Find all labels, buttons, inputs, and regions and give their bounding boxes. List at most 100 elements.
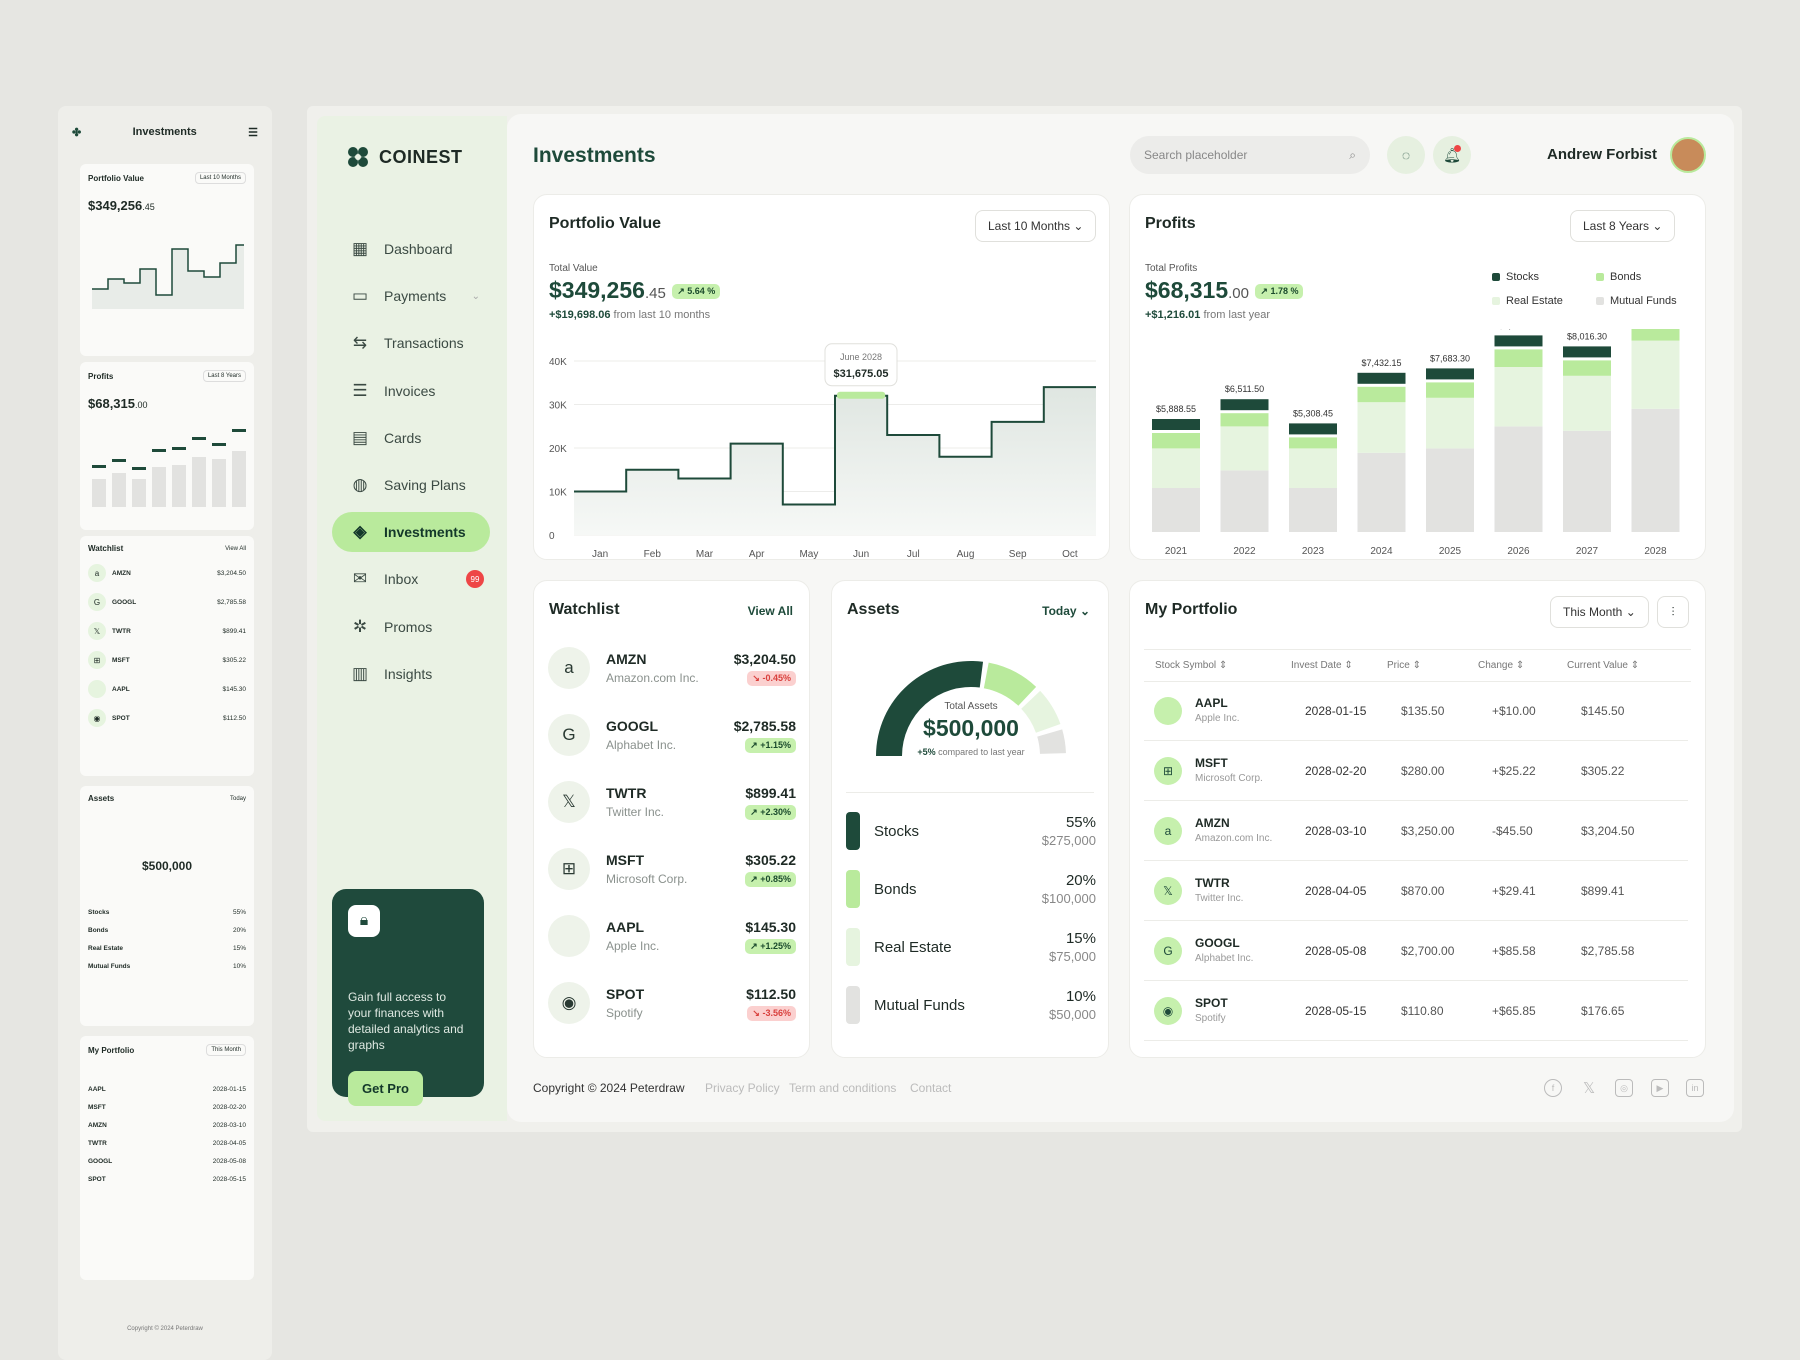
- table-row[interactable]: G GOOGL Alphabet Inc. 2028-05-08 $2,700.0…: [1144, 921, 1688, 981]
- avatar[interactable]: [1670, 137, 1706, 173]
- x-icon[interactable]: 𝕏: [1580, 1079, 1598, 1097]
- table-row[interactable]: AAPL Apple Inc. 2028-01-15 $135.50 +$10.0…: [1144, 681, 1688, 741]
- table-row[interactable]: ⊞ MSFT Microsoft Corp. 2028-02-20 $280.00…: [1144, 741, 1688, 801]
- watchlist-symbol: MSFT: [606, 852, 645, 868]
- asset-color-bar: [846, 812, 860, 850]
- y-tick-label: 30K: [549, 401, 567, 412]
- table-row[interactable]: ◉ SPOT Spotify 2028-05-15 $110.80 +$65.85…: [1144, 981, 1688, 1041]
- logo-icon: ✤: [72, 126, 82, 139]
- watchlist-price: $2,785.58: [733, 717, 796, 734]
- mobile-assets-range[interactable]: Today: [230, 796, 246, 802]
- portfolio-title: Portfolio Value: [549, 215, 662, 232]
- sidebar-item-investments[interactable]: ◈ Investments: [332, 512, 490, 553]
- mobile-myport-date: 2028-04-05: [212, 1140, 246, 1147]
- diamond-icon: ◈: [353, 522, 367, 542]
- menu-icon[interactable]: ☰: [248, 126, 258, 139]
- brand-logo[interactable]: COINEST: [347, 146, 463, 168]
- sidebar-item-promos[interactable]: ✲ Promos: [332, 607, 490, 647]
- watchlist-item[interactable]: a AMZN Amazon.com Inc. $3,204.50 ↘ -0.45%: [548, 639, 796, 697]
- amzn-icon: a: [548, 647, 590, 689]
- mobile-myport-sym: GOOGL: [88, 1158, 113, 1165]
- wallet-icon: ▭: [351, 286, 369, 306]
- sidebar-item-saving-plans[interactable]: ◍ Saving Plans: [332, 465, 490, 505]
- sidebar-item-cards[interactable]: ▤ Cards: [332, 418, 490, 458]
- sidebar-item-label: Dashboard: [384, 241, 453, 257]
- watchlist-card: Watchlist View All a AMZN Amazon.com Inc.…: [533, 580, 810, 1058]
- view-all-link[interactable]: View All: [748, 604, 793, 618]
- linkedin-icon[interactable]: in: [1686, 1079, 1704, 1097]
- row-change: +$29.41: [1492, 884, 1536, 898]
- sidebar-item-insights[interactable]: ▥ Insights: [332, 654, 490, 694]
- search-input[interactable]: Search placeholder ⌕: [1130, 136, 1370, 174]
- mobile-myport-range[interactable]: This Month: [206, 1044, 246, 1056]
- sidebar-item-inbox[interactable]: ✉ Inbox 99: [332, 559, 490, 599]
- watchlist-item[interactable]: G GOOGL Alphabet Inc. $2,785.58 ↗ +1.15%: [548, 706, 796, 764]
- facebook-icon[interactable]: f: [1544, 1079, 1562, 1097]
- bar-segment-mutual-funds: [1631, 408, 1680, 532]
- watchlist-change-badge: ↘ -0.45%: [747, 670, 796, 686]
- my-portfolio-range-select[interactable]: This Month ⌄: [1550, 596, 1649, 628]
- row-company: Apple Inc.: [1195, 713, 1240, 724]
- assets-title: Assets: [847, 601, 900, 618]
- watchlist-title: Watchlist: [549, 601, 620, 618]
- chat-icon[interactable]: ◌: [1387, 136, 1425, 174]
- column-header[interactable]: Invest Date ⇕: [1291, 660, 1353, 671]
- bar-segment-mutual-funds: [1152, 488, 1200, 532]
- bar-value-label: $8,016.30: [1567, 331, 1607, 341]
- sidebar-item-label: Invoices: [384, 382, 436, 399]
- mobile-profits-range[interactable]: Last 8 Years: [202, 370, 246, 382]
- mobile-title: Investments: [132, 126, 197, 138]
- mobile-myport-sym: AMZN: [88, 1122, 107, 1129]
- profits-range-select[interactable]: Last 8 Years ⌄: [1570, 210, 1676, 242]
- row-current-value: $3,204.50: [1581, 824, 1635, 838]
- mobile-view-all[interactable]: View All: [225, 546, 246, 552]
- table-row[interactable]: 𝕏 TWTR Twitter Inc. 2028-04-05 $870.00 +$…: [1144, 861, 1688, 921]
- get-pro-button[interactable]: Get Pro: [348, 1071, 423, 1106]
- x-tick-label: 2026: [1507, 546, 1530, 557]
- row-date: 2028-01-15: [1305, 704, 1367, 718]
- bar-segment-mutual-funds: [1289, 488, 1337, 532]
- mobile-my-portfolio-card: My Portfolio This Month AAPL 2028-01-15 MS…: [80, 1036, 254, 1280]
- row-date: 2028-05-15: [1305, 1004, 1367, 1018]
- filter-icon[interactable]: ⫶: [1657, 596, 1689, 628]
- terms-link[interactable]: Term and conditions: [789, 1081, 896, 1095]
- bell-icon[interactable]: 🔔︎: [1433, 136, 1471, 174]
- youtube-icon[interactable]: ▶: [1651, 1079, 1669, 1097]
- instagram-icon[interactable]: ◎: [1615, 1079, 1633, 1097]
- row-company: Spotify: [1195, 1013, 1226, 1024]
- watchlist-item[interactable]: ◉ SPOT Spotify $112.50 ↘ -3.56%: [548, 974, 796, 1032]
- column-header[interactable]: Stock Symbol ⇕: [1155, 660, 1227, 671]
- sidebar-item-dashboard[interactable]: ▦ Dashboard: [332, 229, 490, 269]
- column-header[interactable]: Change ⇕: [1478, 660, 1524, 671]
- bar-segment-bonds: [1494, 349, 1543, 367]
- bar-value-label: $8,924.00: [1498, 329, 1538, 330]
- inbox-badge: 99: [466, 570, 484, 589]
- portfolio-range-select[interactable]: Last 10 Months ⌄: [975, 210, 1097, 242]
- mobile-profits-amount: $68,315: [88, 396, 135, 411]
- column-header[interactable]: Price ⇕: [1387, 660, 1421, 671]
- sidebar-item-transactions[interactable]: ⇆ Transactions: [332, 323, 490, 363]
- mobile-range-select[interactable]: Last 10 Months: [194, 172, 246, 184]
- mobile-portfolio-amount: $349,256: [88, 198, 143, 213]
- watchlist-change: -0.45%: [762, 672, 791, 683]
- watchlist-item[interactable]: ⊞ MSFT Microsoft Corp. $305.22 ↗ +0.85%: [548, 840, 796, 898]
- column-header[interactable]: Current Value ⇕: [1567, 660, 1639, 671]
- watchlist-item[interactable]: 𝕏 TWTR Twitter Inc. $899.41 ↗ +2.30%: [548, 773, 796, 831]
- search-icon[interactable]: ⌕: [1349, 148, 1356, 163]
- contact-link[interactable]: Contact: [910, 1081, 951, 1095]
- sidebar-item-invoices[interactable]: ☰ Invoices: [332, 371, 490, 411]
- sort-icon: ⇕: [1344, 660, 1353, 671]
- assets-change: +5%: [917, 747, 936, 757]
- row-change: +$25.22: [1492, 764, 1536, 778]
- table-row[interactable]: a AMZN Amazon.com Inc. 2028-03-10 $3,250.…: [1144, 801, 1688, 861]
- sidebar-item-payments[interactable]: ▭ Payments ⌄: [332, 276, 490, 316]
- assets-range-select[interactable]: Today ⌄: [1042, 604, 1090, 618]
- lock-icon: 🔒︎: [348, 905, 380, 937]
- mobile-portfolio-title: Portfolio Value: [88, 173, 145, 183]
- bar-segment-bonds: [1289, 437, 1337, 449]
- watchlist-item[interactable]: AAPL Apple Inc. $145.30 ↗ +1.25%: [548, 907, 796, 965]
- user-name[interactable]: Andrew Forbist: [1547, 146, 1657, 163]
- x-tick-label: Apr: [749, 549, 765, 559]
- privacy-policy-link[interactable]: Privacy Policy: [705, 1081, 780, 1095]
- column-header-label: Change: [1478, 660, 1514, 671]
